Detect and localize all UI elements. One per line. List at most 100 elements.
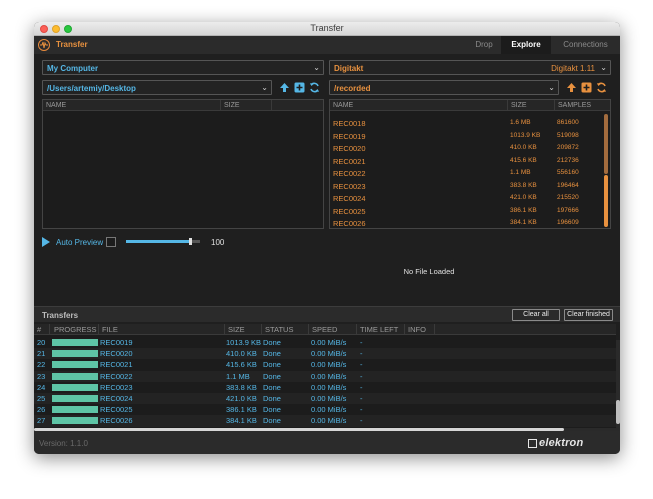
go-up-icon[interactable]: [279, 82, 290, 93]
row-time-left: -: [360, 349, 363, 359]
clear-all-button[interactable]: Clear all: [512, 309, 560, 321]
progress-bar: [52, 361, 98, 369]
auto-preview-checkbox[interactable]: [106, 237, 116, 247]
transfer-row[interactable]: 20 REC0019 1013.9 KB Done 0.00 MiB/s -: [34, 337, 616, 348]
remote-col-size[interactable]: SIZE: [508, 100, 527, 111]
tab-explore[interactable]: Explore: [501, 36, 551, 54]
remote-path-select[interactable]: /recorded ⌄: [329, 80, 559, 95]
scrollbar-thumb[interactable]: [616, 400, 620, 424]
volume-slider-knob[interactable]: [188, 238, 192, 245]
col-time-left[interactable]: TIME LEFT: [360, 325, 398, 334]
row-size: 383.8 KB: [226, 382, 257, 392]
transfer-row[interactable]: 21 REC0020 410.0 KB Done 0.00 MiB/s -: [34, 348, 616, 360]
remote-list-scrollbar[interactable]: [604, 114, 608, 174]
remote-file-row[interactable]: REC0021 415.6 KB 212736: [330, 155, 610, 168]
transfer-row[interactable]: 25 REC0024 421.0 KB Done 0.00 MiB/s -: [34, 393, 616, 405]
row-time-left: -: [360, 382, 363, 392]
go-up-icon[interactable]: [566, 82, 577, 93]
row-file: REC0022: [100, 371, 133, 381]
col-number[interactable]: #: [37, 325, 41, 334]
clear-finished-button[interactable]: Clear finished: [564, 309, 613, 321]
remote-col-samples[interactable]: SAMPLES: [555, 100, 591, 111]
transfers-table[interactable]: # PROGRESS FILE SIZE STATUS SPEED TIME L…: [34, 324, 616, 428]
local-device-select[interactable]: My Computer ⌄: [42, 60, 324, 75]
refresh-icon[interactable]: [309, 82, 320, 93]
remote-file-list[interactable]: NAME SIZE SAMPLES REC0018 1.6 MB 861600 …: [329, 99, 611, 229]
local-file-list[interactable]: NAME SIZE: [42, 99, 324, 229]
file-size: 1.1 MB: [510, 169, 531, 176]
row-size: 410.0 KB: [226, 349, 257, 359]
remote-device-select[interactable]: Digitakt Digitakt 1.11 ⌄: [329, 60, 611, 75]
col-status[interactable]: STATUS: [265, 325, 293, 334]
app-header: Transfer Drop Explore Connections: [34, 36, 620, 54]
col-file[interactable]: FILE: [102, 325, 118, 334]
progress-bar: [52, 339, 98, 346]
col-info[interactable]: INFO: [408, 325, 426, 334]
local-path-select[interactable]: /Users/artemiy/Desktop ⌄: [42, 80, 272, 95]
remote-file-row[interactable]: REC0019 1013.9 KB 519098: [330, 130, 610, 143]
remote-file-row[interactable]: REC0022 1.1 MB 556160: [330, 167, 610, 180]
volume-slider-fill: [126, 240, 190, 243]
footer: Version: 1.1.0 elektron: [34, 431, 620, 454]
file-name: REC0025: [333, 206, 366, 216]
auto-preview-label[interactable]: Auto Preview: [56, 238, 103, 247]
tab-drop[interactable]: Drop: [467, 36, 501, 54]
local-col-size[interactable]: SIZE: [221, 100, 240, 111]
file-name: REC0020: [333, 144, 366, 153]
file-name: REC0024: [333, 194, 366, 203]
window-title: Transfer: [310, 23, 344, 33]
remote-file-row[interactable]: REC0018 1.6 MB 861600: [330, 117, 610, 130]
remote-list-scrollbar-thumb[interactable]: [604, 175, 608, 227]
refresh-icon[interactable]: [596, 82, 607, 93]
row-number: 27: [37, 416, 46, 426]
row-number: 24: [37, 382, 46, 392]
column-divider: [98, 324, 99, 335]
new-folder-icon[interactable]: [581, 82, 592, 93]
remote-file-row[interactable]: REC0020 410.0 KB 209872: [330, 142, 610, 155]
row-time-left: -: [360, 360, 363, 370]
transfer-row[interactable]: 27 REC0026 384.1 KB Done 0.00 MiB/s -: [34, 415, 616, 427]
row-size: 415.6 KB: [226, 360, 257, 370]
column-divider: [224, 324, 225, 335]
col-progress[interactable]: PROGRESS: [54, 325, 97, 334]
row-number: 22: [37, 360, 46, 370]
row-time-left: -: [360, 394, 363, 403]
row-number: 20: [37, 338, 46, 347]
row-speed: 0.00 MiB/s: [311, 416, 347, 426]
waveform-icon: [38, 39, 50, 51]
file-samples: 556160: [557, 169, 579, 176]
remote-col-name[interactable]: NAME: [330, 100, 353, 111]
remote-file-row[interactable]: REC0024 421.0 KB 215520: [330, 192, 610, 205]
file-size: 421.0 KB: [510, 194, 537, 201]
column-divider: [404, 324, 405, 335]
chevron-down-icon: ⌄: [313, 63, 320, 72]
progress-bar: [52, 395, 98, 402]
remote-file-row[interactable]: REC0026 384.1 KB 196609: [330, 217, 610, 228]
transfer-row[interactable]: 24 REC0023 383.8 KB Done 0.00 MiB/s -: [34, 382, 616, 393]
row-file: REC0025: [100, 405, 133, 415]
play-icon[interactable]: [42, 237, 50, 247]
col-speed[interactable]: SPEED: [312, 325, 337, 334]
transfer-row[interactable]: 23 REC0022 1.1 MB Done 0.00 MiB/s -: [34, 370, 616, 382]
local-col-name[interactable]: NAME: [43, 100, 66, 111]
progress-bar: [52, 417, 98, 425]
chevron-down-icon: ⌄: [261, 83, 268, 92]
transfers-table-header: # PROGRESS FILE SIZE STATUS SPEED TIME L…: [34, 324, 616, 335]
version-label: Version: 1.1.0: [39, 439, 88, 448]
new-folder-icon[interactable]: [294, 82, 305, 93]
transfer-row[interactable]: 22 REC0021 415.6 KB Done 0.00 MiB/s -: [34, 359, 616, 370]
file-size: 1013.9 KB: [510, 131, 541, 139]
transfers-vertical-scrollbar[interactable]: [616, 340, 620, 428]
remote-file-row[interactable]: REC0023 383.8 KB 196464: [330, 180, 610, 193]
transfer-row[interactable]: 26 REC0025 386.1 KB Done 0.00 MiB/s -: [34, 404, 616, 415]
column-divider: [49, 324, 50, 335]
volume-slider[interactable]: [126, 238, 200, 245]
remote-file-row[interactable]: REC0025 386.1 KB 197666: [330, 205, 610, 218]
transfer-window: Transfer Transfer Drop Explore Connectio…: [34, 22, 620, 454]
file-size: 410.0 KB: [510, 144, 537, 151]
tab-connections[interactable]: Connections: [551, 36, 620, 54]
progress-bar: [52, 406, 98, 414]
app-name: Transfer: [56, 40, 88, 49]
col-size[interactable]: SIZE: [228, 325, 245, 334]
chevron-down-icon: ⌄: [548, 83, 555, 92]
